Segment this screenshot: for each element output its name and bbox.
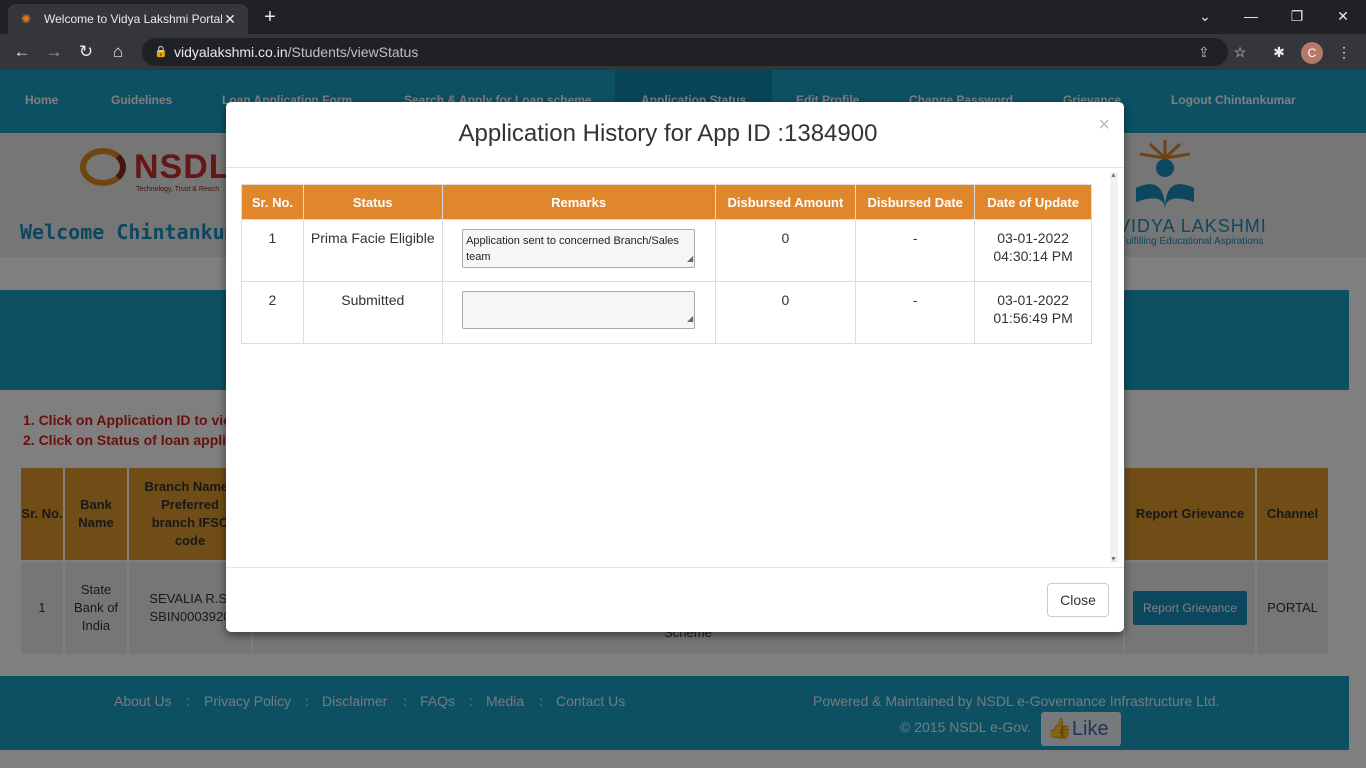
menu-icon[interactable]: ⋮ [1334, 42, 1354, 62]
url-domain: vidyalakshmi.co.in [174, 44, 288, 60]
th-sr-no: Sr. No. [241, 184, 304, 220]
th-disbursed-amount: Disbursed Amount [714, 184, 857, 220]
lock-icon: 🔒 [154, 46, 168, 58]
application-history-modal: Application History for App ID :1384900 … [226, 102, 1124, 632]
reload-icon[interactable]: ↻ [74, 40, 98, 64]
modal-footer-divider [226, 567, 1124, 568]
row-disbursed-date: - [855, 281, 976, 344]
remarks-text: Application sent to concerned Branch/Sal… [466, 235, 679, 263]
th-status: Status [302, 184, 443, 220]
favicon-icon: ✺ [20, 12, 32, 26]
new-tab-icon[interactable]: + [258, 5, 282, 29]
row-sr: 1 [241, 219, 304, 282]
tab-search-icon[interactable]: ⌄ [1182, 0, 1228, 34]
resize-grip-icon[interactable]: ◢ [687, 310, 693, 328]
row-remarks-cell: Application sent to concerned Branch/Sal… [441, 219, 716, 282]
scroll-up-icon[interactable]: ▲ [1110, 172, 1117, 179]
th-date-of-update: Date of Update [974, 184, 1092, 220]
modal-title: Application History for App ID :1384900 [458, 120, 878, 147]
row-remarks-cell: ◢ [441, 281, 716, 344]
modal-body: Sr. No. Status Remarks Disbursed Amount … [226, 168, 1124, 567]
row-sr: 2 [241, 281, 304, 344]
history-header-row: Sr. No. Status Remarks Disbursed Amount … [241, 184, 1092, 220]
row-update-date: 03-01-2022 [997, 292, 1069, 308]
modal-scrollbar[interactable]: ▲ ▼ [1110, 172, 1118, 563]
remarks-textarea[interactable]: Application sent to concerned Branch/Sal… [462, 229, 696, 268]
th-remarks: Remarks [441, 184, 716, 220]
browser-tab-strip: ✺ Welcome to Vidya Lakshmi Portal ✕ + ⌄ … [0, 0, 1366, 34]
row-update: 03-01-2022 01:56:49 PM [974, 281, 1092, 344]
tab-close-icon[interactable]: ✕ [222, 11, 238, 28]
remarks-textarea[interactable]: ◢ [462, 291, 696, 329]
row-disbursed-date: - [855, 219, 976, 282]
forward-icon[interactable]: → [42, 40, 66, 64]
profile-avatar[interactable]: C [1301, 42, 1323, 64]
resize-grip-icon[interactable]: ◢ [687, 251, 693, 267]
extensions-icon[interactable]: ✱ [1269, 42, 1289, 62]
row-status: Prima Facie Eligible [302, 219, 443, 282]
close-button[interactable]: Close [1047, 583, 1109, 617]
restore-icon[interactable]: ❐ [1274, 0, 1320, 34]
row-amount: 0 [714, 219, 857, 282]
browser-toolbar: ← → ↻ ⌂ 🔒 vidyalakshmi.co.in/Students/vi… [0, 34, 1366, 70]
home-icon[interactable]: ⌂ [106, 40, 130, 64]
th-disbursed-date: Disbursed Date [855, 184, 976, 220]
tab-title: Welcome to Vidya Lakshmi Portal [44, 12, 222, 26]
row-update: 03-01-2022 04:30:14 PM [974, 219, 1092, 282]
table-row: 1 Prima Facie Eligible Application sent … [241, 219, 1092, 282]
row-update-time: 01:56:49 PM [993, 310, 1073, 326]
row-amount: 0 [714, 281, 857, 344]
table-row: 2 Submitted ◢ 0 - 03-01-2022 01:56:49 PM [241, 281, 1092, 344]
window-close-icon[interactable]: ✕ [1320, 0, 1366, 34]
back-icon[interactable]: ← [10, 40, 34, 64]
scroll-down-icon[interactable]: ▼ [1110, 556, 1117, 563]
browser-tab[interactable]: ✺ Welcome to Vidya Lakshmi Portal ✕ [8, 4, 248, 34]
row-update-time: 04:30:14 PM [993, 248, 1073, 264]
minimize-icon[interactable]: — [1228, 0, 1274, 34]
address-bar[interactable]: 🔒 vidyalakshmi.co.in/Students/viewStatus… [142, 38, 1228, 66]
modal-close-icon[interactable]: × [1098, 114, 1110, 137]
url-path: /Students/viewStatus [287, 44, 419, 60]
history-table: Sr. No. Status Remarks Disbursed Amount … [241, 184, 1092, 344]
row-status: Submitted [302, 281, 443, 344]
share-icon[interactable]: ⇪ [1198, 38, 1210, 66]
row-update-date: 03-01-2022 [997, 230, 1069, 246]
bookmark-star-icon[interactable]: ☆ [1230, 42, 1250, 62]
